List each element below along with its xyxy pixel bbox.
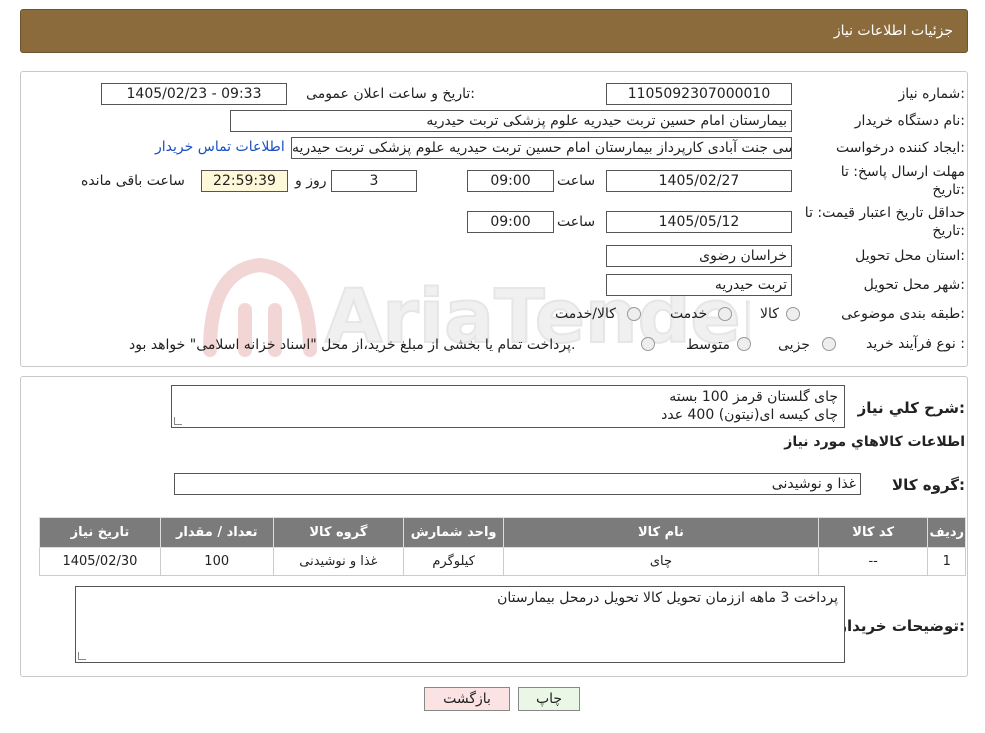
- province-label: استان محل تحویل:: [855, 248, 965, 264]
- col-name: نام کالا: [503, 517, 819, 548]
- table-row: 1 -- چای کیلوگرم غذا و نوشیدنی 100 1405/…: [39, 547, 966, 576]
- category-goods-radio[interactable]: [786, 307, 800, 321]
- col-row: ردیف: [927, 517, 966, 548]
- cell-unit: کیلوگرم: [403, 547, 505, 576]
- col-group: گروه کالا: [272, 517, 405, 548]
- buyer-field: بیمارستان امام حسین تربت حیدریه علوم پزش…: [230, 110, 792, 132]
- col-code: کد کالا: [817, 517, 929, 548]
- process-minor-text: جزیی: [778, 337, 810, 353]
- deadline-date-field: 1405/02/27: [606, 170, 792, 192]
- need-number-field: 1105092307000010: [606, 83, 792, 105]
- col-qty: تعداد / مقدار: [159, 517, 274, 548]
- validity-time-field: 09:00: [467, 211, 554, 233]
- page-header: جزئیات اطلاعات نیاز: [20, 9, 968, 53]
- deadline-label-2: تاریخ:: [932, 182, 965, 198]
- cell-name: چای: [503, 547, 819, 576]
- category-service-text: خدمت: [670, 306, 708, 322]
- process-medium-text: متوسط: [686, 337, 730, 353]
- cell-group: غذا و نوشیدنی: [272, 547, 405, 576]
- summary-line-2: چای کیسه ای(نیتون) 400 عدد: [661, 407, 838, 423]
- days-word: روز و: [295, 173, 327, 189]
- deadline-time-field: 09:00: [467, 170, 554, 192]
- resize-grip-icon[interactable]: [174, 417, 182, 425]
- process-note-text: پرداخت تمام یا بخشی از مبلغ خرید،از محل …: [129, 337, 576, 353]
- goods-table-header: ردیف کد کالا نام کالا واحد شمارش گروه کا…: [39, 517, 966, 548]
- creator-label: ایجاد کننده درخواست:: [836, 140, 965, 156]
- need-number-label: شماره نیاز:: [898, 86, 965, 102]
- back-button[interactable]: بازگشت: [424, 687, 510, 711]
- deadline-label: مهلت ارسال پاسخ: تا: [840, 164, 965, 180]
- buyer-contact-link[interactable]: اطلاعات تماس خریدار: [155, 139, 285, 155]
- category-both-text: کالا/خدمت: [555, 306, 616, 322]
- print-button[interactable]: چاپ: [518, 687, 580, 711]
- remaining-word: ساعت باقی مانده: [81, 173, 185, 189]
- summary-label: شرح کلي نياز:: [857, 399, 965, 417]
- buyer-notes-label: توضیحات خریدار:: [838, 617, 965, 635]
- process-label: نوع فرآیند خرید :: [866, 336, 965, 352]
- cell-qty: 100: [159, 547, 274, 576]
- validity-date-field: 1405/05/12: [606, 211, 792, 233]
- creator-field: جلال عباسی جنت آبادی کارپرداز بیمارستان …: [291, 137, 792, 159]
- summary-line-1: چای گلستان قرمز 100 بسته: [669, 389, 838, 405]
- days-field: 3: [331, 170, 417, 192]
- validity-label: حداقل تاریخ اعتبار قیمت: تا: [804, 205, 965, 221]
- goods-section-title: اطلاعات کالاهاي مورد نياز: [784, 434, 965, 450]
- category-both-radio[interactable]: [627, 307, 641, 321]
- city-label: شهر محل تحویل:: [863, 277, 965, 293]
- col-date: تاریخ نیاز: [39, 517, 161, 548]
- process-medium-radio[interactable]: [737, 337, 751, 351]
- category-goods-text: کالا: [760, 306, 779, 322]
- cell-code: --: [817, 547, 929, 576]
- announce-field: 1405/02/23 - 09:33: [101, 83, 287, 105]
- goods-group-field: غذا و نوشیدنی: [174, 473, 861, 495]
- category-service-radio[interactable]: [718, 307, 732, 321]
- province-field: خراسان رضوی: [606, 245, 792, 267]
- goods-group-label: گروه کالا:: [892, 476, 965, 494]
- buyer-label: نام دستگاه خریدار:: [854, 113, 965, 129]
- process-note-radio[interactable]: [641, 337, 655, 351]
- goods-table: ردیف کد کالا نام کالا واحد شمارش گروه کا…: [39, 517, 966, 576]
- page-title: جزئیات اطلاعات نیاز: [833, 23, 953, 39]
- resize-grip-icon[interactable]: [78, 652, 86, 660]
- validity-label-2: تاریخ:: [932, 223, 965, 239]
- remaining-time-field: 22:59:39: [201, 170, 288, 192]
- announce-label: تاریخ و ساعت اعلان عمومی:: [306, 86, 475, 102]
- summary-textarea[interactable]: چای گلستان قرمز 100 بسته چای کیسه ای(نیت…: [171, 385, 845, 428]
- validity-time-word: ساعت: [557, 214, 596, 230]
- deadline-time-word: ساعت: [557, 173, 596, 189]
- buyer-notes-text: پرداخت 3 ماهه اززمان تحویل کالا تحویل در…: [497, 590, 838, 606]
- cell-row: 1: [927, 547, 966, 576]
- cell-date: 1405/02/30: [39, 547, 161, 576]
- buyer-notes-textarea[interactable]: پرداخت 3 ماهه اززمان تحویل کالا تحویل در…: [75, 586, 845, 663]
- col-unit: واحد شمارش: [403, 517, 505, 548]
- category-label: طبقه بندی موضوعی:: [841, 306, 965, 322]
- process-minor-radio[interactable]: [822, 337, 836, 351]
- city-field: تربت حیدریه: [606, 274, 792, 296]
